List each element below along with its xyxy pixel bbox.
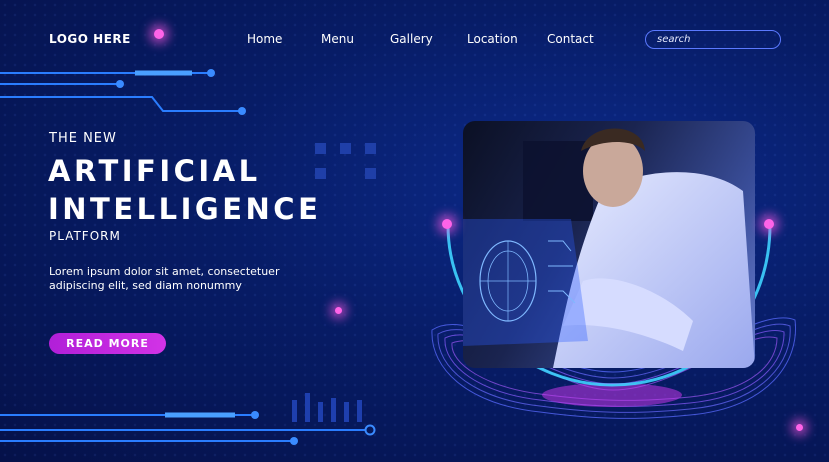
nav-gallery[interactable]: Gallery: [390, 32, 433, 46]
equalizer-bars: [292, 393, 362, 422]
circuit-lines-bottom: [0, 412, 366, 442]
glow-dot-top: [154, 29, 164, 39]
circuit-nodes-top: [116, 69, 246, 115]
circuit-lines-top: [0, 70, 240, 112]
search-input[interactable]: [655, 33, 769, 46]
circuit-nodes-bottom: [251, 411, 376, 445]
hero-title-line-1: ARTIFICIAL: [48, 154, 261, 188]
glow-dot-bottom: [796, 424, 803, 431]
hero-description: Lorem ipsum dolor sit amet, consectetuer…: [49, 265, 280, 292]
glow-dot-right: [764, 219, 774, 229]
nav-menu[interactable]: Menu: [321, 32, 354, 46]
hero-title: ARTIFICIAL INTELLIGENCE: [48, 152, 321, 228]
hologram-face-icon: [463, 219, 588, 346]
read-more-button[interactable]: READ MORE: [49, 333, 166, 354]
pixel-squares: [315, 143, 376, 179]
search-box[interactable]: [645, 30, 781, 49]
hero-image: [463, 121, 755, 368]
hero-subtitle: PLATFORM: [49, 229, 121, 243]
hero-eyebrow: THE NEW: [49, 131, 117, 146]
hero-title-line-2: INTELLIGENCE: [48, 192, 322, 226]
nav-contact[interactable]: Contact: [547, 32, 594, 46]
glow-dot-mid: [335, 307, 342, 314]
nav-home[interactable]: Home: [247, 32, 282, 46]
logo[interactable]: LOGO HERE: [49, 32, 131, 46]
hero-image-illustration: [463, 128, 755, 368]
nav-location[interactable]: Location: [467, 32, 518, 46]
glow-dot-left: [442, 219, 452, 229]
